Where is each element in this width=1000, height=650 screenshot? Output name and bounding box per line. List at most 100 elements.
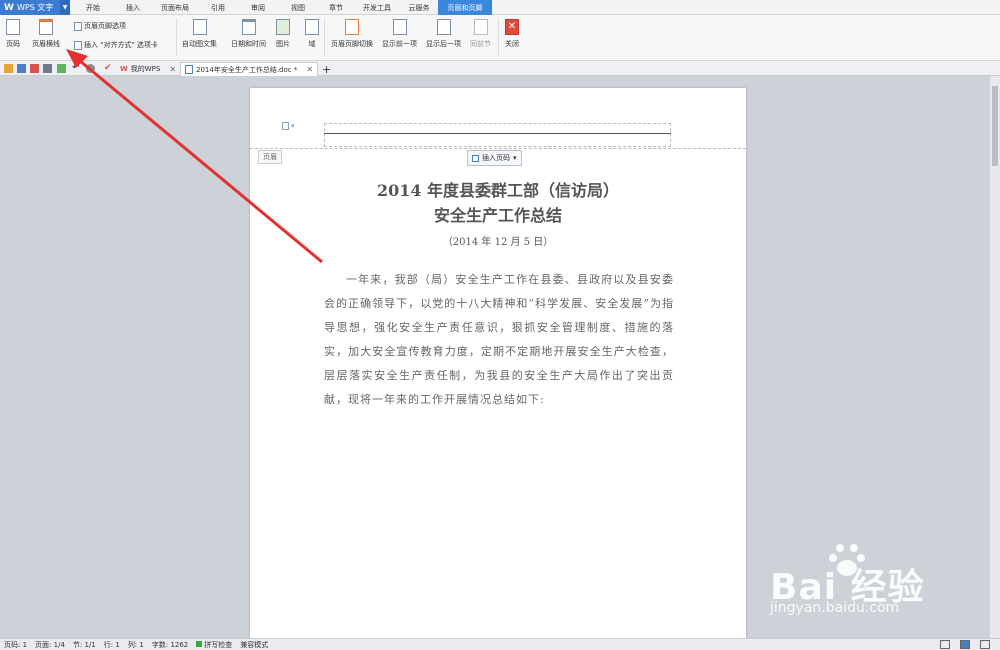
same-as-previous-button[interactable]: 同前节 [470, 19, 491, 49]
tab-header-footer[interactable]: 页眉和页脚 [438, 0, 492, 15]
open-folder-icon[interactable] [4, 64, 13, 73]
print-icon[interactable] [43, 64, 52, 73]
field-button[interactable]: 域 [305, 19, 319, 49]
picture-button[interactable]: 图片 [276, 19, 290, 49]
header-footer-options-button[interactable]: 页眉页脚选项 [74, 21, 126, 31]
pin-icon[interactable]: ✔ [104, 64, 113, 73]
tab-my-wps-label: 我的WPS [130, 65, 161, 73]
status-compat-mode: 兼容模式 [240, 640, 269, 649]
new-tab-button[interactable]: + [318, 62, 335, 76]
ribbon-divider [324, 18, 325, 56]
web-view-icon[interactable] [980, 640, 990, 649]
scrollbar-thumb[interactable] [992, 86, 998, 166]
document-date: （2014 年 12 月 5 日） [442, 237, 554, 248]
close-button[interactable]: ✕ 关闭 [505, 19, 519, 49]
next-icon [436, 19, 451, 35]
tab-sections[interactable]: 章节 [318, 0, 354, 15]
show-previous-label: 显示前一项 [382, 40, 417, 48]
header-line-icon [39, 19, 53, 35]
previous-icon [392, 19, 407, 35]
ribbon-divider [176, 18, 177, 56]
focus-mode-icon[interactable] [940, 640, 950, 649]
tab-active-document[interactable]: 2014年安全生产工作总结.doc * ✕ [180, 62, 319, 76]
calendar-icon [241, 19, 256, 35]
tab-cloud[interactable]: 云服务 [400, 0, 438, 15]
spell-check-label: 拼写检查 [204, 640, 233, 649]
header-options-icon[interactable]: ▾ [282, 122, 295, 130]
field-icon [305, 19, 319, 35]
chevron-down-icon: ▾ [513, 154, 517, 162]
preview-icon[interactable] [57, 64, 66, 73]
picture-label: 图片 [276, 40, 290, 48]
field-label: 域 [308, 40, 316, 48]
tab-references[interactable]: 引用 [198, 0, 238, 15]
tab-home[interactable]: 开始 [72, 0, 114, 15]
app-name: WPS 文字 [16, 3, 54, 12]
undo-icon[interactable]: ↶ [72, 64, 81, 73]
date-time-label: 日期和时间 [231, 40, 266, 48]
show-previous-button[interactable]: 显示前一项 [382, 19, 417, 49]
auto-text-button[interactable]: 自动图文集 [182, 19, 217, 49]
document-title-line2: 安全生产工作总结 [433, 206, 562, 225]
view-mode-buttons [940, 640, 990, 649]
spell-check-toggle[interactable]: 拼写检查 [196, 640, 232, 650]
header-footer-options-label: 页眉页脚选项 [84, 22, 126, 30]
page-number-icon [6, 19, 20, 35]
wps-icon: W [120, 65, 128, 73]
insert-align-tab-button[interactable]: 插入 "对齐方式" 选项卡 [74, 40, 158, 50]
page-number-button[interactable]: 页码 [6, 19, 20, 49]
doc-icon [185, 65, 193, 74]
close-icon[interactable]: ✕ [306, 65, 313, 74]
tab-developer[interactable]: 开发工具 [354, 0, 400, 15]
vertical-scrollbar[interactable] [990, 76, 1000, 638]
header-line-label: 页眉横线 [32, 40, 60, 48]
tab-my-wps[interactable]: W 我的WPS ✕ [116, 62, 180, 76]
date-time-button[interactable]: 日期和时间 [231, 19, 266, 49]
app-menu-button[interactable]: W WPS 文字 ▼ [0, 0, 70, 15]
header-edit-box[interactable] [324, 123, 671, 147]
same-as-previous-label: 同前节 [470, 40, 491, 48]
ribbon-divider [498, 18, 499, 56]
chevron-down-icon: ▼ [60, 0, 70, 15]
status-bar: 页码: 1 页面: 1/4 节: 1/1 行: 1 列: 1 字数: 1262 … [0, 638, 1000, 650]
header-label: 页眉 [258, 150, 282, 164]
page-number-label: 页码 [6, 40, 20, 48]
close-icon: ✕ [505, 19, 519, 35]
options-icon [74, 21, 82, 31]
close-label: 关闭 [505, 40, 519, 48]
document-body: 一年来，我部（局）安全生产工作在县委、县政府以及县安委会的正确领导下，以党的十八… [324, 273, 674, 406]
status-pages[interactable]: 页面: 1/4 [35, 640, 65, 650]
tab-insert[interactable]: 插入 [114, 0, 152, 15]
quick-access-bar: ↶ ✔ W 我的WPS ✕ 2014年安全生产工作总结.doc * ✕ + [0, 61, 1000, 76]
spell-check-icon [196, 640, 203, 647]
status-page-num[interactable]: 页码: 1 [4, 640, 27, 650]
insert-page-number-button[interactable]: 插入页码 ▾ [467, 150, 522, 166]
save-icon[interactable] [17, 64, 26, 73]
document-title-line1: 2014 年度县委群工部（信访局） [376, 181, 620, 200]
tab-active-document-label: 2014年安全生产工作总结.doc * [196, 65, 298, 74]
show-next-label: 显示后一项 [426, 40, 461, 48]
document-page[interactable]: ▾ 页眉 插入页码 ▾ 2014 年度县委群工部（信访局） 安全生产工作总结 （… [250, 88, 746, 648]
pdf-icon[interactable] [30, 64, 39, 73]
page-view-icon[interactable] [960, 640, 970, 649]
menu-bar: W WPS 文字 ▼ 开始 插入 页面布局 引用 审阅 视图 章节 开发工具 云… [0, 0, 1000, 15]
header-line [324, 133, 671, 134]
status-word-count[interactable]: 字数: 1262 [152, 640, 188, 650]
watermark-url: jingyan.baidu.com [770, 600, 900, 616]
tab-page-layout[interactable]: 页面布局 [152, 0, 198, 15]
page-number-icon [472, 154, 479, 162]
header-line-button[interactable]: 页眉横线 [32, 19, 60, 49]
ribbon-tabs: 开始 插入 页面布局 引用 审阅 视图 章节 开发工具 云服务 页眉和页脚 [72, 0, 492, 15]
insert-align-tab-label: 插入 "对齐方式" 选项卡 [84, 41, 158, 49]
show-next-button[interactable]: 显示后一项 [426, 19, 461, 49]
redo-icon[interactable] [86, 64, 95, 73]
switch-header-footer-button[interactable]: 页眉页脚切换 [331, 19, 373, 49]
ribbon: 页码 页眉横线 页眉页脚选项 插入 "对齐方式" 选项卡 自动图文集 日期和时间… [0, 15, 1000, 61]
tab-view[interactable]: 视图 [278, 0, 318, 15]
close-icon[interactable]: ✕ [169, 65, 176, 74]
picture-icon [276, 19, 290, 35]
status-row: 行: 1 [103, 640, 120, 649]
status-section[interactable]: 节: 1/1 [73, 640, 96, 650]
tab-review[interactable]: 审阅 [238, 0, 278, 15]
auto-text-icon [192, 19, 207, 35]
